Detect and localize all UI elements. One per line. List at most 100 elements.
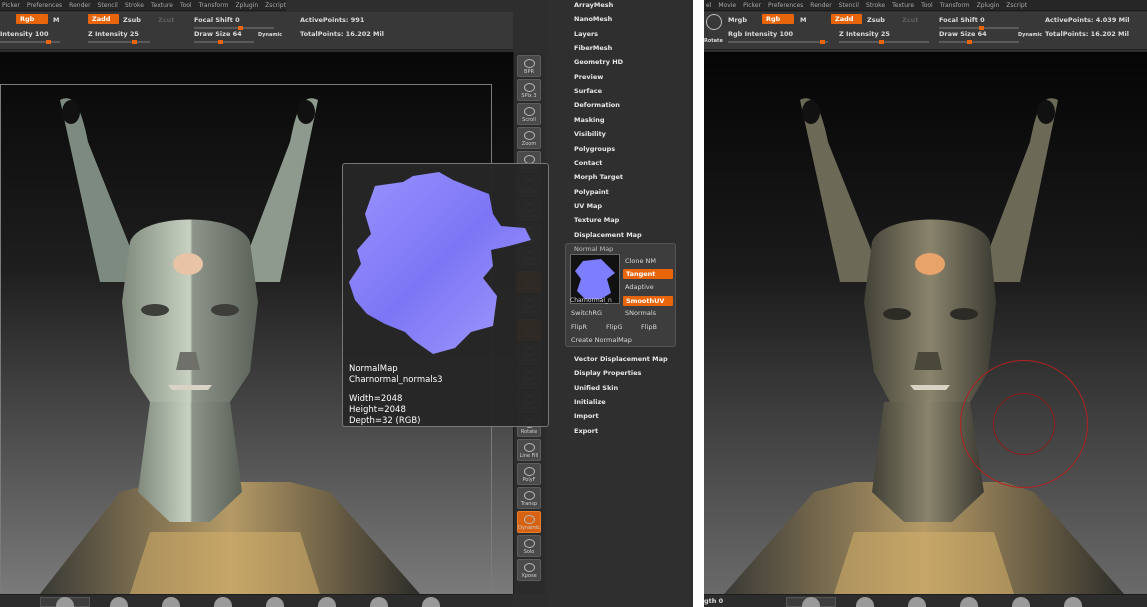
brush-thumb-7[interactable] [370, 597, 388, 607]
brush-thumb-5[interactable] [266, 597, 284, 607]
z-intensity-slider[interactable]: Z Intensity 25 [88, 30, 139, 38]
create-normalmap-button[interactable]: Create NormalMap [571, 336, 632, 344]
menu-item-1[interactable]: NanoMesh [574, 15, 612, 23]
menu-item-4[interactable]: Geometry HD [574, 58, 623, 66]
right-menubar-item-2[interactable]: Picker [743, 0, 761, 10]
shelf-button-1[interactable]: SPix 3 [517, 79, 541, 101]
right-viewport-canvas[interactable] [704, 52, 1147, 594]
brush-thumb-4[interactable] [214, 597, 232, 607]
brush-thumb-8[interactable] [422, 597, 440, 607]
zcut-button[interactable]: Zcut [158, 16, 174, 24]
menu-item-lower-2[interactable]: Unified Skin [574, 384, 618, 392]
right-brush-thumb-2[interactable] [856, 597, 874, 607]
z-intensity-track-right[interactable] [839, 40, 929, 44]
switch-rg-button[interactable]: SwitchRG [571, 309, 602, 317]
z-intensity-track[interactable] [88, 40, 150, 44]
menu-item-14[interactable]: UV Map [574, 202, 602, 210]
normal-map-title[interactable]: Normal Map [574, 245, 613, 253]
shelf-button-18[interactable]: Transp [517, 487, 541, 509]
menu-item-10[interactable]: Polygroups [574, 145, 615, 153]
shelf-button-19[interactable]: Dynamic [517, 511, 541, 533]
rgb-intensity-slider-right[interactable]: Rgb Intensity 100 [728, 30, 793, 38]
draw-size-track-right[interactable] [939, 40, 1019, 44]
menu-item-7[interactable]: Deformation [574, 101, 620, 109]
right-menubar-item-5[interactable]: Stencil [839, 0, 859, 10]
focal-shift-slider-right[interactable]: Focal Shift 0 [939, 16, 985, 24]
draw-size-slider-right[interactable]: Draw Size 64 [939, 30, 987, 38]
brush-thumb-3[interactable] [162, 597, 180, 607]
rotate-icon[interactable] [706, 14, 722, 30]
rgb-button-right[interactable]: Rgb [762, 14, 794, 24]
menubar-item-3[interactable]: Stencil [98, 0, 118, 10]
menu-item-lower-1[interactable]: Display Properties [574, 369, 641, 377]
right-brush-thumb-3[interactable] [908, 597, 926, 607]
menu-item-lower-0[interactable]: Vector Displacement Map [574, 355, 668, 363]
right-menubar-item-7[interactable]: Texture [892, 0, 914, 10]
snormals-button[interactable]: SNormals [625, 309, 656, 317]
menu-item-lower-5[interactable]: Export [574, 427, 598, 435]
dynamic-toggle[interactable]: Dynamic [258, 32, 282, 38]
right-menubar-item-4[interactable]: Render [810, 0, 831, 10]
menu-item-16[interactable]: Displacement Map [574, 231, 642, 239]
rgb-button[interactable]: Rgb [16, 14, 48, 24]
right-brush-thumb-5[interactable] [1012, 597, 1030, 607]
menu-item-0[interactable]: ArrayMesh [574, 1, 613, 9]
focal-shift-track-right[interactable] [939, 26, 1019, 30]
menubar-item-6[interactable]: Tool [180, 0, 192, 10]
menu-item-5[interactable]: Preview [574, 73, 603, 81]
menubar-item-1[interactable]: Preferences [27, 0, 62, 10]
menu-item-8[interactable]: Masking [574, 116, 605, 124]
z-intensity-slider-right[interactable]: Z Intensity 25 [839, 30, 890, 38]
flip-g-button[interactable]: FlipG [606, 323, 623, 331]
adaptive-toggle[interactable]: Adaptive [625, 283, 654, 291]
shelf-button-2[interactable]: Scroll [517, 103, 541, 125]
menu-item-3[interactable]: FiberMesh [574, 44, 612, 52]
shelf-button-3[interactable]: Zoom [517, 127, 541, 149]
rgb-intensity-slider[interactable]: Intensity 100 [0, 30, 48, 38]
m-button[interactable]: M [53, 16, 59, 24]
menu-item-11[interactable]: Contact [574, 159, 602, 167]
menu-item-12[interactable]: Morph Target [574, 173, 623, 181]
menu-item-lower-3[interactable]: Initialize [574, 398, 606, 406]
right-menubar-item-11[interactable]: Zscript [1006, 0, 1027, 10]
flip-r-button[interactable]: FlipR [571, 323, 587, 331]
m-button-right[interactable]: M [800, 16, 806, 24]
right-brush-thumb-6[interactable] [1064, 597, 1082, 607]
shelf-button-17[interactable]: PolyF [517, 463, 541, 485]
menubar-item-9[interactable]: Zscript [265, 0, 286, 10]
right-menubar-item-9[interactable]: Transform [940, 0, 970, 10]
dynamic-toggle-right[interactable]: Dynamic [1018, 32, 1042, 38]
menubar-item-8[interactable]: Zplugin [235, 0, 258, 10]
zadd-button-right[interactable]: Zadd [831, 14, 862, 24]
zsub-button-right[interactable]: Zsub [867, 16, 885, 24]
menu-item-lower-4[interactable]: Import [574, 412, 599, 420]
draw-size-slider[interactable]: Draw Size 64 [194, 30, 242, 38]
zadd-button[interactable]: Zadd [88, 14, 119, 24]
brush-thumb-2[interactable] [110, 597, 128, 607]
menu-item-15[interactable]: Texture Map [574, 216, 619, 224]
zcut-button-right[interactable]: Zcut [902, 16, 918, 24]
right-menubar-item-10[interactable]: Zplugin [977, 0, 1000, 10]
menu-item-9[interactable]: Visibility [574, 130, 606, 138]
focal-shift-track[interactable] [194, 26, 274, 30]
menubar-item-2[interactable]: Render [69, 0, 90, 10]
menu-item-13[interactable]: Polypaint [574, 188, 609, 196]
rgb-intensity-track[interactable] [0, 40, 60, 44]
right-menubar-item-8[interactable]: Tool [921, 0, 933, 10]
shelf-button-0[interactable]: BPR [517, 55, 541, 77]
menubar-item-7[interactable]: Transform [199, 0, 229, 10]
draw-size-track[interactable] [194, 40, 254, 44]
right-menubar-item-1[interactable]: Movie [718, 0, 736, 10]
right-menubar-item-3[interactable]: Preferences [768, 0, 803, 10]
clone-nm-button[interactable]: Clone NM [625, 257, 656, 265]
shelf-button-20[interactable]: Solo [517, 535, 541, 557]
mrgb-button[interactable]: Mrgb [728, 16, 747, 24]
brush-thumb-6[interactable] [318, 597, 336, 607]
right-menubar-item-6[interactable]: Stroke [866, 0, 885, 10]
zsub-button[interactable]: Zsub [123, 16, 141, 24]
shelf-button-21[interactable]: Xpose [517, 559, 541, 581]
menubar-item-5[interactable]: Texture [151, 0, 173, 10]
smooth-uv-toggle[interactable]: SmoothUV [623, 296, 673, 306]
right-menubar-item-0[interactable]: el [706, 0, 711, 10]
menu-item-2[interactable]: Layers [574, 30, 598, 38]
